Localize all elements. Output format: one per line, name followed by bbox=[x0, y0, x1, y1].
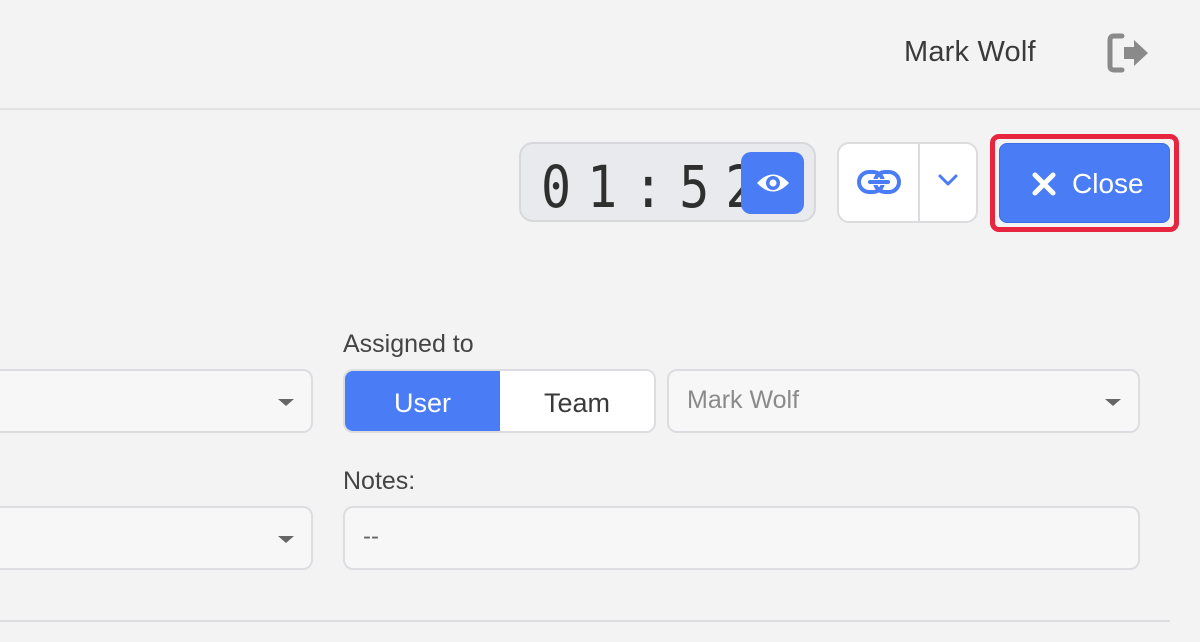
assign-type-toggle: User Team bbox=[343, 369, 656, 433]
link-button-group bbox=[837, 142, 978, 223]
assignee-value: Mark Wolf bbox=[687, 386, 800, 414]
caret-down-icon bbox=[278, 399, 294, 406]
caret-down-icon bbox=[278, 536, 294, 543]
assignee-select[interactable]: Mark Wolf bbox=[667, 369, 1140, 433]
page: Mark Wolf 01:52 Close Assigned to User T… bbox=[0, 0, 1200, 642]
section-divider bbox=[0, 620, 1170, 622]
more-options-button[interactable] bbox=[920, 144, 976, 221]
sign-out-icon[interactable] bbox=[1106, 32, 1152, 74]
timer-display: 01:52 bbox=[519, 142, 816, 222]
notes-field[interactable]: -- bbox=[343, 506, 1140, 570]
close-button[interactable]: Close bbox=[999, 143, 1170, 223]
close-icon bbox=[1032, 172, 1056, 196]
left-select-2[interactable] bbox=[0, 506, 313, 570]
link-icon bbox=[857, 170, 901, 194]
close-button-label: Close bbox=[1072, 168, 1144, 199]
left-select-1[interactable] bbox=[0, 369, 313, 433]
notes-label: Notes: bbox=[343, 467, 416, 495]
top-bar: Mark Wolf bbox=[0, 0, 1200, 110]
chevron-down-icon bbox=[938, 174, 958, 186]
toggle-timer-button[interactable] bbox=[741, 152, 804, 214]
user-name[interactable]: Mark Wolf bbox=[904, 36, 1036, 69]
assign-type-team-option[interactable]: Team bbox=[500, 371, 654, 431]
assigned-to-label: Assigned to bbox=[343, 330, 474, 358]
assign-type-user-option[interactable]: User bbox=[345, 371, 500, 431]
caret-down-icon bbox=[1105, 399, 1121, 406]
copy-link-button[interactable] bbox=[839, 144, 919, 221]
eye-icon bbox=[757, 174, 789, 192]
timer-value: 01:52 bbox=[541, 154, 772, 221]
